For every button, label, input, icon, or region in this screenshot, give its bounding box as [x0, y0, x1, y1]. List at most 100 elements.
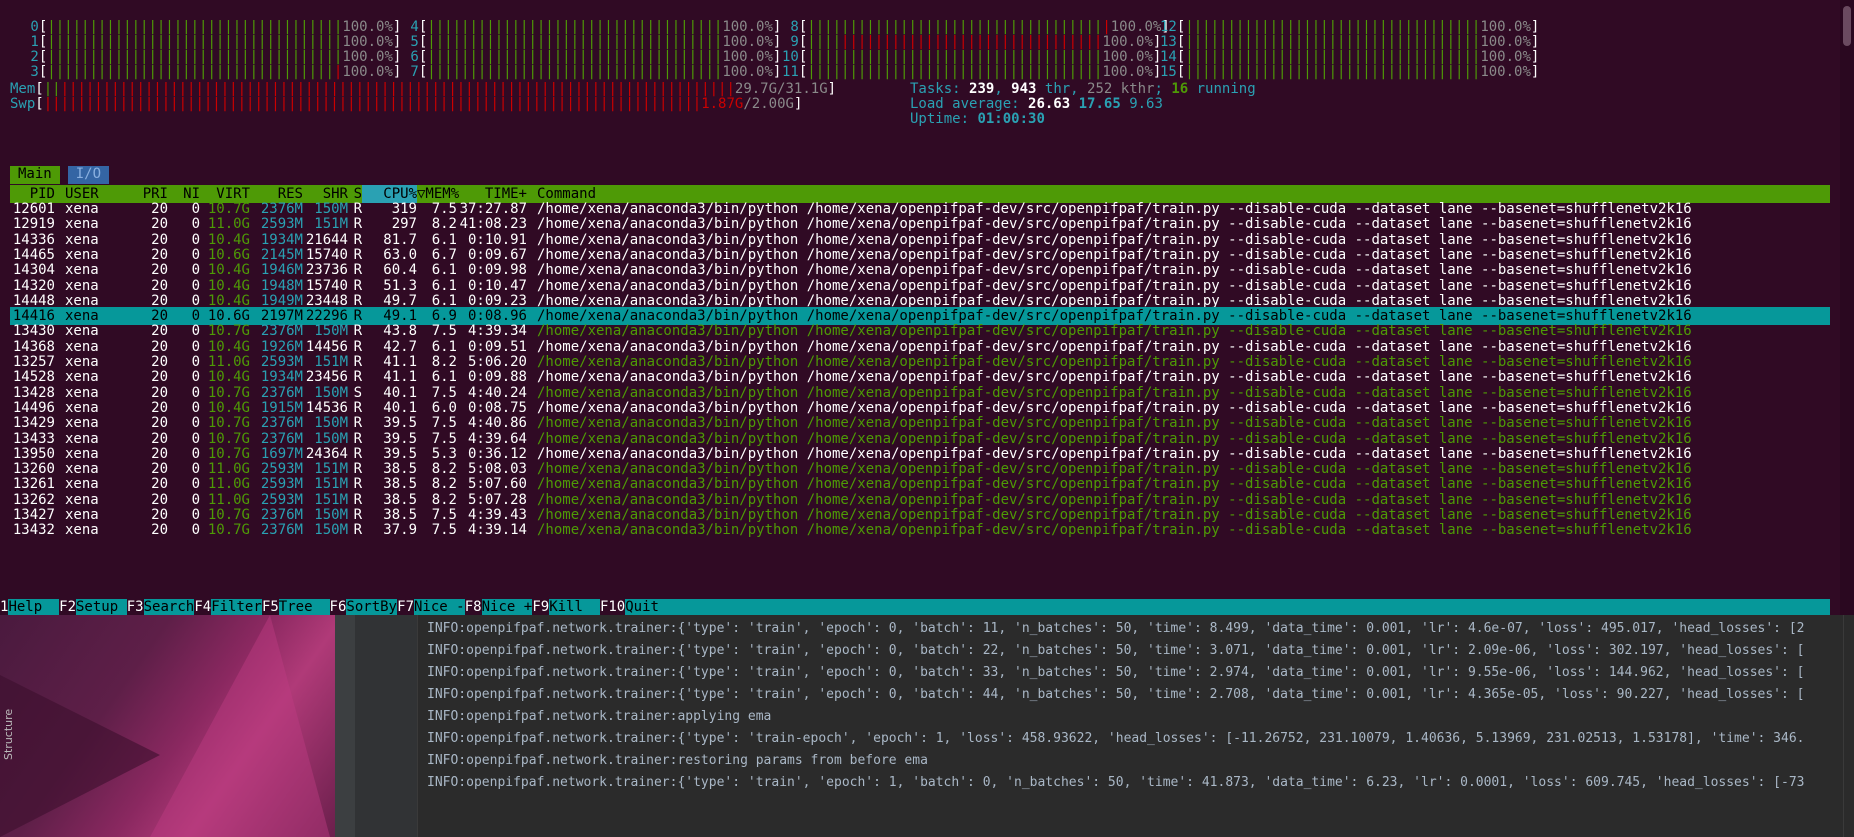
- fkey-label: Tree: [278, 599, 330, 615]
- desktop-wallpaper: [0, 615, 335, 837]
- scrollbar-thumb[interactable]: [1843, 6, 1851, 46]
- cpu-bar-user: ||||||||||||||||||||||||||||||||||: [47, 64, 334, 80]
- cell-res: 2376M: [260, 522, 303, 539]
- bracket: ]: [1530, 64, 1540, 80]
- log-line: INFO:openpifpaf.network.trainer:{'type':…: [427, 775, 1805, 790]
- fkey-key: F6: [329, 599, 347, 615]
- fkey-kill[interactable]: F9Kill: [532, 599, 600, 615]
- cpu-meter-7: 7[|||||||||||||||||||||||||||||||||||100…: [402, 63, 781, 81]
- fkey-tree[interactable]: F5Tree: [261, 599, 330, 615]
- cpu-meter-11: 11[|||||||||||||||||||||||||||||||||||10…: [782, 63, 1161, 81]
- cell-cpu: 37.9: [383, 522, 417, 539]
- structure-tab[interactable]: Structure: [2, 709, 15, 760]
- fkey-nice[interactable]: F8Nice +: [464, 599, 533, 615]
- sep: [1121, 96, 1129, 112]
- bracket: ]: [793, 96, 803, 112]
- uptime-value: 01:00:30: [977, 111, 1045, 127]
- cpu-meter-label: 3: [22, 64, 39, 80]
- fkey-search[interactable]: F3Search: [126, 599, 195, 615]
- fkey-key: F2: [59, 599, 76, 615]
- log-line: INFO:openpifpaf.network.trainer:applying…: [427, 709, 772, 724]
- fkey-key: F5: [261, 599, 279, 615]
- sep: [1070, 96, 1078, 112]
- cpu-meter-percent: 100.0%: [342, 64, 393, 80]
- fkey-setup[interactable]: F2Setup: [59, 599, 127, 615]
- cell-pid: 13432: [12, 522, 55, 539]
- cell-state: R: [353, 522, 362, 539]
- tabs: Main I/O: [10, 165, 117, 184]
- cell-time: 4:39.14: [467, 522, 527, 539]
- cpu-bar-user: |||||||||||||||||||||||||||||||||||: [1185, 64, 1481, 80]
- fkey-nice[interactable]: F7Nice -: [397, 599, 465, 615]
- load-5m: 17.65: [1078, 96, 1121, 112]
- fkey-sortby[interactable]: F6SortBy: [329, 599, 397, 615]
- load-15m: 9.63: [1129, 96, 1163, 112]
- fkey-key: F4: [194, 599, 212, 615]
- cpu-meter-3: 3[|||||||||||||||||||||||||||||||||||100…: [22, 63, 401, 81]
- log-line: INFO:openpifpaf.network.trainer:{'type':…: [427, 621, 1805, 636]
- uptime-label: Uptime:: [910, 111, 978, 127]
- fkey-label: Filter: [211, 599, 262, 615]
- bracket: [: [35, 96, 44, 112]
- cpu-meter-percent: 100.0%: [1480, 64, 1531, 80]
- bracket: ]: [772, 64, 782, 80]
- fkey-quit[interactable]: F10Quit: [599, 599, 659, 615]
- cpu-meter-15: 15[|||||||||||||||||||||||||||||||||||10…: [1160, 63, 1539, 81]
- cell-mem: 7.5: [431, 522, 457, 539]
- cpu-meter-label: 15: [1160, 64, 1177, 80]
- cpu-bar-user: |||||||||||||||||||||||||||||||||||: [807, 64, 1103, 80]
- fkey-label: Help: [8, 599, 60, 615]
- cell-ni: 0: [191, 522, 200, 539]
- fkey-key: F8: [464, 599, 482, 615]
- ide-scrollbar[interactable]: [1843, 615, 1854, 837]
- swp-bar-used: ||||||||||||||||||||||||||||||||||||||||…: [43, 96, 702, 112]
- function-key-bar: 1Help F2Setup F3Search F4Filter F5Tree F6S…: [0, 599, 1830, 615]
- swp-total: 2.00G: [751, 96, 794, 112]
- cpu-meter-label: 7: [402, 64, 419, 80]
- fkey-key: F9: [532, 599, 550, 615]
- cell-user: xena: [65, 522, 99, 539]
- log-line: INFO:openpifpaf.network.trainer:restorin…: [427, 753, 928, 768]
- running-label: running: [1188, 81, 1256, 97]
- fkey-label: Setup: [76, 599, 127, 615]
- cpu-meter-percent: 100.0%: [722, 64, 773, 80]
- tab-io[interactable]: I/O: [67, 166, 110, 184]
- swp-sep: /: [743, 96, 752, 112]
- running-count: 16: [1171, 81, 1189, 97]
- cpu-meter-percent: 100.0%: [1102, 64, 1153, 80]
- log-line: INFO:openpifpaf.network.trainer:{'type':…: [427, 687, 1805, 702]
- log-line: INFO:openpifpaf.network.trainer:{'type':…: [427, 731, 1805, 746]
- terminal-scrollbar[interactable]: [1840, 0, 1854, 615]
- bracket: ]: [392, 64, 402, 80]
- htop-terminal[interactable]: 0[|||||||||||||||||||||||||||||||||||100…: [0, 0, 1840, 615]
- cell-shr: 150M: [314, 522, 348, 539]
- swp-used: 1.87G: [701, 96, 744, 112]
- swp-meter: Swp[||||||||||||||||||||||||||||||||||||…: [10, 95, 802, 113]
- fkey-label: Kill: [549, 599, 600, 615]
- ide-gutter: [355, 615, 418, 837]
- tab-main[interactable]: Main: [10, 166, 60, 184]
- fkey-label: Nice +: [481, 599, 533, 615]
- log-line: INFO:openpifpaf.network.trainer:{'type':…: [427, 665, 1805, 680]
- log-line: INFO:openpifpaf.network.trainer:{'type':…: [427, 643, 1805, 658]
- cell-virt: 10.7G: [207, 522, 250, 539]
- fkey-filter[interactable]: F4Filter: [194, 599, 262, 615]
- uptime: Uptime: 01:00:30: [910, 110, 1045, 128]
- cpu-meter-label: 11: [782, 64, 799, 80]
- fkey-key: F10: [599, 599, 626, 615]
- training-log-output: INFO:openpifpaf.network.trainer:{'type':…: [427, 615, 1837, 837]
- process-row-13432[interactable]: 13432 xena 20 0 10.7G 2376M 150M R 37.9 7.5 4:39.1…: [10, 521, 1830, 539]
- fkey-help[interactable]: 1Help: [0, 599, 60, 615]
- bracket: ]: [827, 81, 837, 97]
- cpu-bar-user: |||||||||||||||||||||||||||||||||||: [427, 64, 723, 80]
- cell-pri: 20: [151, 522, 168, 539]
- fkey-label: Quit: [625, 599, 659, 615]
- cell-command: /home/xena/anaconda3/bin/python /home/xe…: [537, 522, 1692, 539]
- ide-tool-strip: [335, 615, 356, 837]
- fkey-key: F7: [397, 599, 414, 615]
- fkey-label: Search: [143, 599, 195, 615]
- swp-label: Swp: [10, 96, 36, 112]
- fkey-label: SortBy: [346, 599, 397, 615]
- fkey-label: Nice -: [414, 599, 465, 615]
- fkey-key: F3: [126, 599, 144, 615]
